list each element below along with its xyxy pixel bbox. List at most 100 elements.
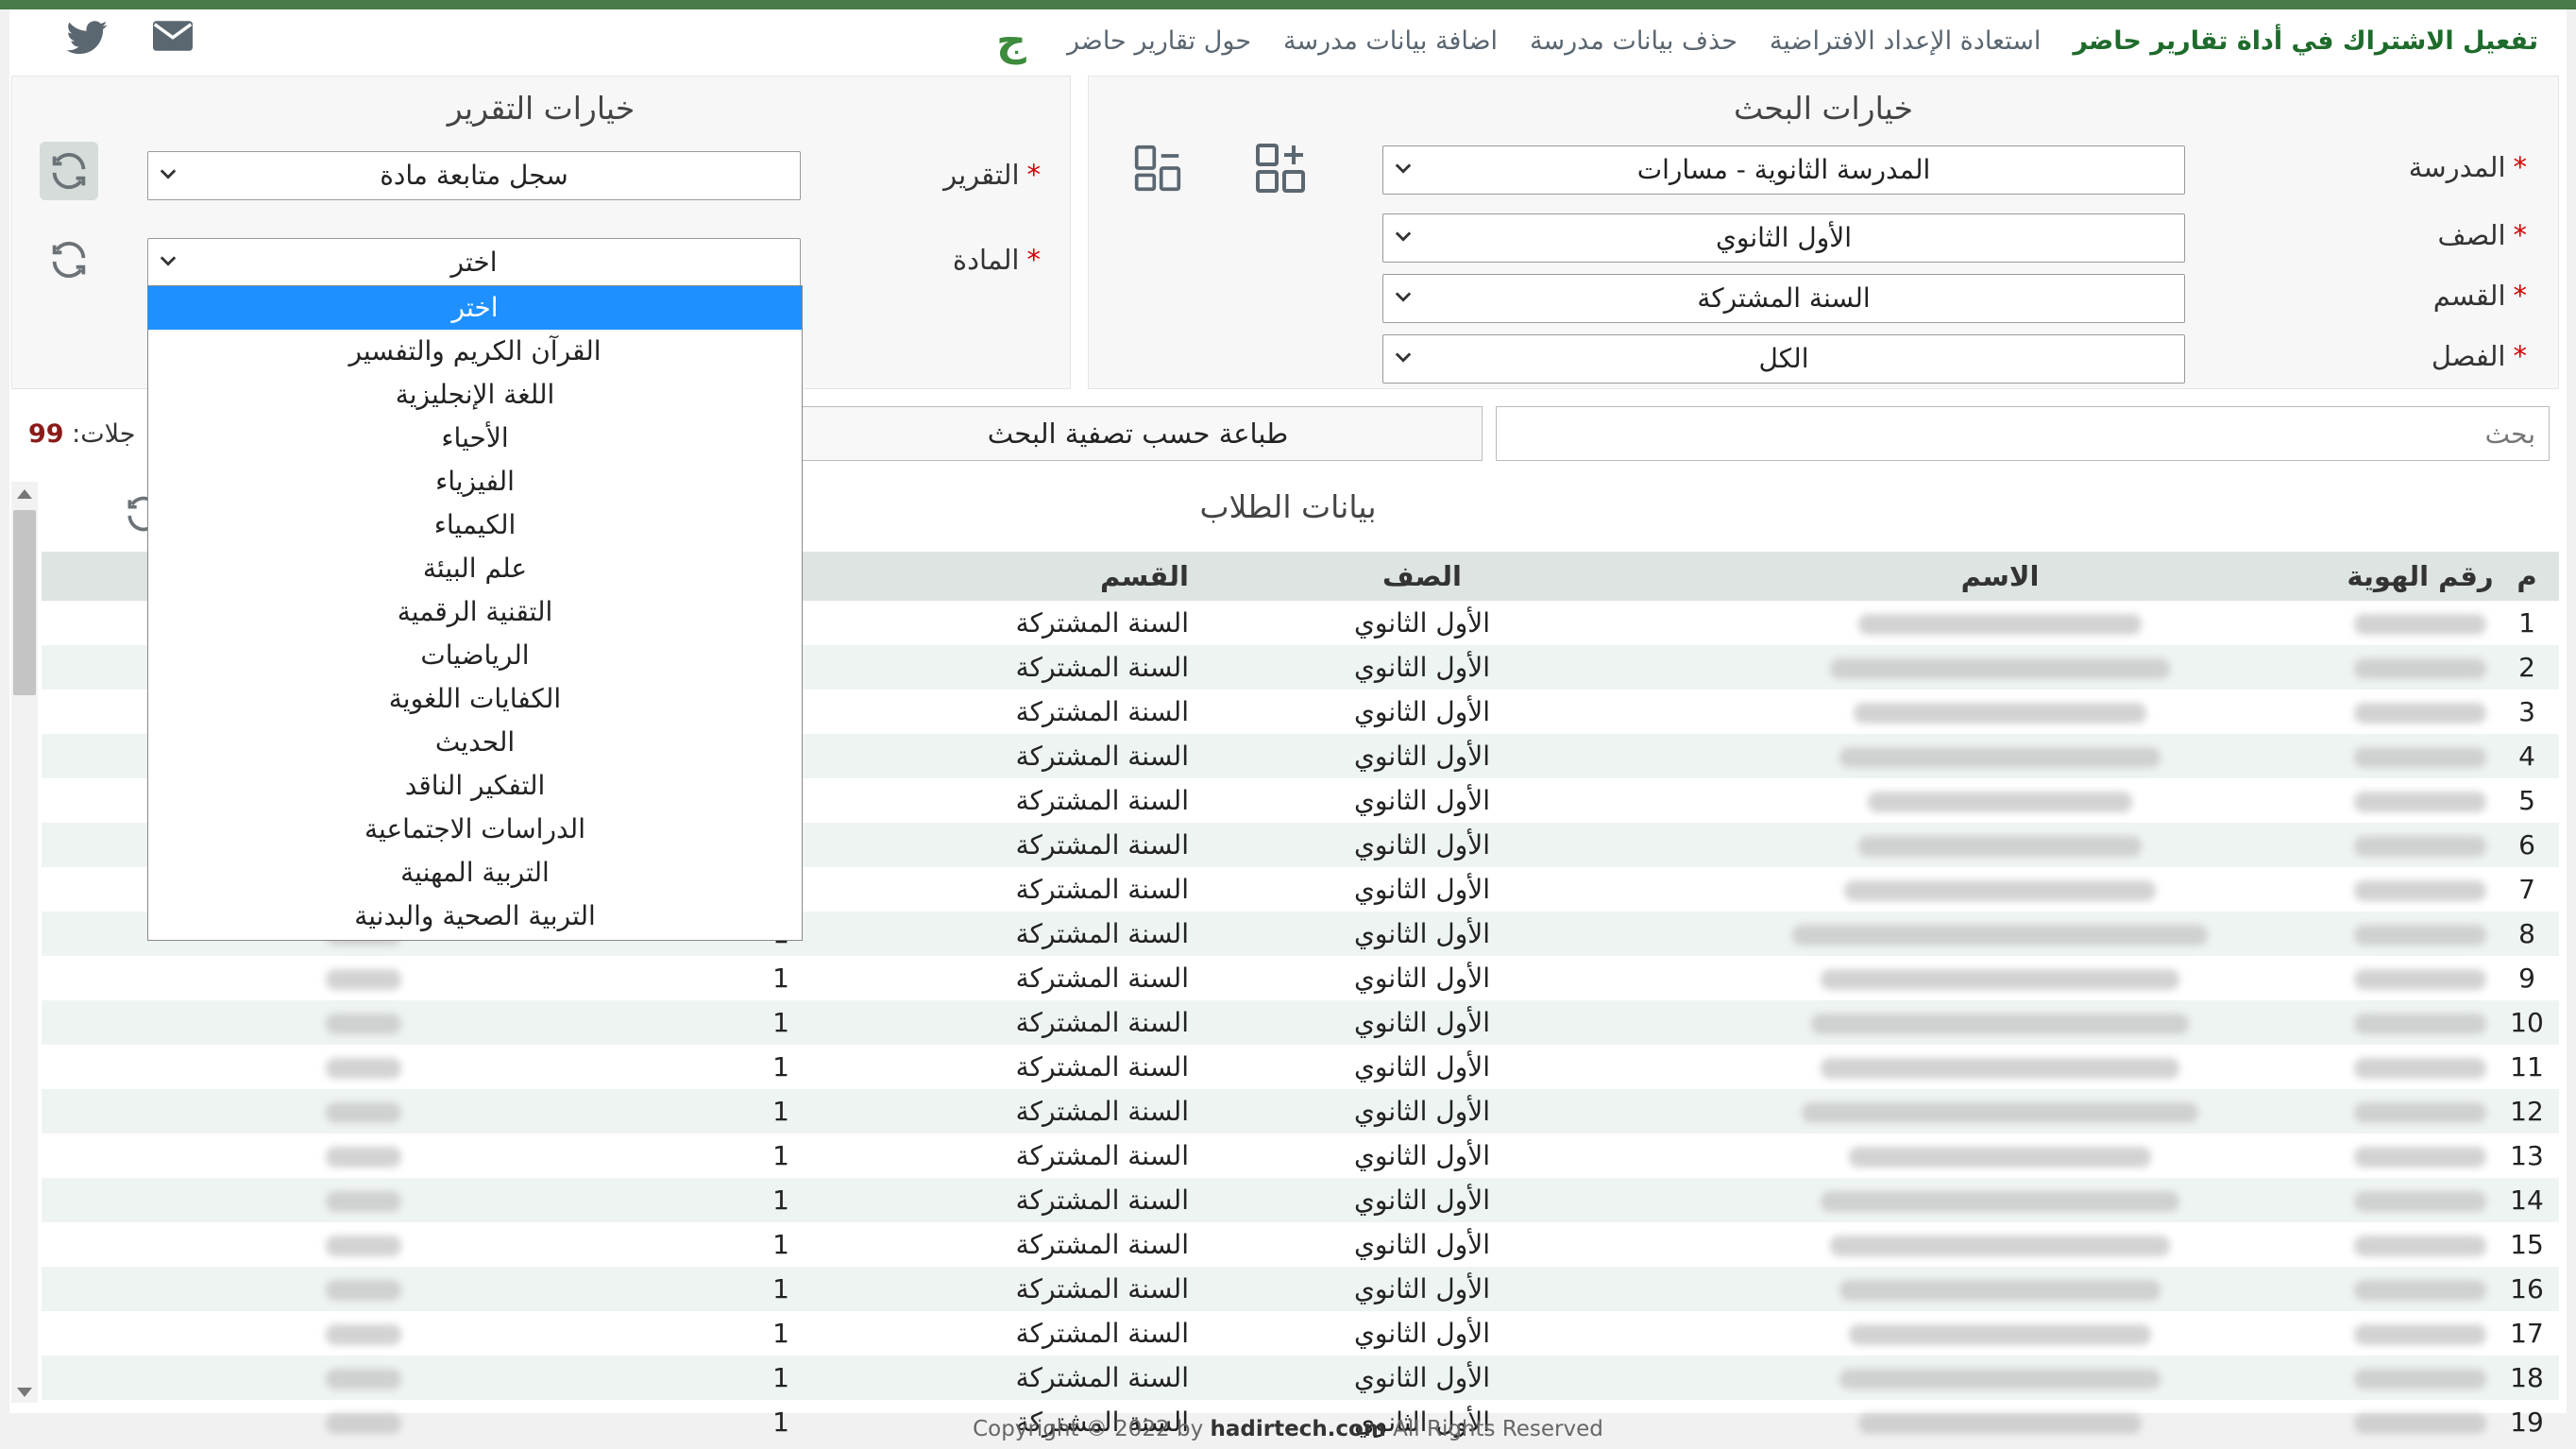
menu-about[interactable]: حول تقارير حاضر — [1067, 26, 1251, 56]
app-logo-icon[interactable]: ج — [988, 17, 1035, 65]
cell-number: 14 — [2495, 1178, 2559, 1222]
dropdown-option[interactable]: التربية المهنية — [148, 851, 802, 895]
cell-extra-redacted — [42, 1089, 686, 1134]
cell-grade: الأول الثانوي — [1190, 1089, 1654, 1134]
menu-add-school[interactable]: اضافة بيانات مدرسة — [1283, 26, 1498, 56]
cell-id-redacted — [2346, 1178, 2495, 1222]
vertical-scrollbar[interactable] — [11, 482, 38, 1403]
col-name[interactable]: الاسم — [1654, 552, 2346, 601]
scroll-down-arrow[interactable] — [17, 1388, 32, 1397]
subject-select[interactable]: اختر — [147, 238, 801, 287]
report-select[interactable]: سجل متابعة مادة — [147, 151, 801, 200]
chevron-down-icon — [1395, 352, 1412, 363]
dropdown-option[interactable]: الكفايات اللغوية — [148, 677, 802, 721]
cell-name-redacted — [1654, 601, 2346, 645]
table-row[interactable]: 16 الأول الثانوي السنة المشتركة 1 — [42, 1267, 2559, 1311]
school-select[interactable]: المدرسة الثانوية - مسارات — [1382, 145, 2185, 195]
search-options-title: خيارات البحث — [1734, 90, 1913, 127]
cell-class: 1 — [686, 1178, 876, 1222]
print-filtered-button[interactable]: طباعة حسب تصفية البحث — [793, 406, 1483, 461]
table-row[interactable]: 13 الأول الثانوي السنة المشتركة 1 — [42, 1134, 2559, 1178]
redacted-text — [1854, 703, 2146, 724]
table-row[interactable]: 14 الأول الثانوي السنة المشتركة 1 — [42, 1178, 2559, 1222]
redacted-text — [2354, 614, 2486, 635]
scroll-thumb[interactable] — [13, 510, 36, 695]
menu-restore-defaults[interactable]: استعادة الإعداد الافتراضية — [1770, 26, 2041, 56]
cell-number: 2 — [2495, 645, 2559, 690]
cell-id-redacted — [2346, 1089, 2495, 1134]
dropdown-option[interactable]: القرآن الكريم والتفسير — [148, 330, 802, 373]
cell-name-redacted — [1654, 1355, 2346, 1400]
cell-section: السنة المشتركة — [1015, 607, 1189, 639]
refresh-icon — [52, 241, 86, 279]
mail-icon[interactable] — [153, 21, 193, 59]
col-number[interactable]: م — [2495, 552, 2559, 601]
cell-class: 1 — [772, 1318, 789, 1349]
cell-class: 1 — [686, 1089, 876, 1134]
cell-class: 1 — [686, 1267, 876, 1311]
twitter-icon[interactable] — [66, 21, 108, 59]
refresh-report-button[interactable] — [40, 142, 98, 200]
cell-id-redacted — [2346, 1355, 2495, 1400]
table-row[interactable]: 9 الأول الثانوي السنة المشتركة 1 — [42, 956, 2559, 1000]
redacted-text — [2354, 703, 2486, 724]
footer-site-link[interactable]: hadirtech.com — [1211, 1417, 1386, 1441]
dropdown-option-selected[interactable]: اختر — [148, 286, 802, 330]
menu-delete-school[interactable]: حذف بيانات مدرسة — [1530, 26, 1737, 56]
redacted-text — [326, 1369, 401, 1389]
table-row[interactable]: 11 الأول الثانوي السنة المشتركة 1 — [42, 1045, 2559, 1089]
top-menu: ج حول تقارير حاضر اضافة بيانات مدرسة حذف… — [988, 17, 2538, 65]
dropdown-option[interactable]: الفيزياء — [148, 460, 802, 503]
dropdown-option[interactable]: الحديث — [148, 721, 802, 764]
cell-grade: الأول الثانوي — [1354, 963, 1490, 994]
cell-number: 10 — [2495, 1000, 2559, 1045]
cell-extra-redacted — [42, 1311, 686, 1355]
grade-select[interactable]: الأول الثانوي — [1382, 213, 2185, 263]
table-row[interactable]: 18 الأول الثانوي السنة المشتركة 1 — [42, 1355, 2559, 1400]
class-label-text: الفصل — [2431, 340, 2506, 372]
cell-extra-redacted — [42, 1134, 686, 1178]
grade-label-text: الصف — [2437, 219, 2506, 251]
dropdown-option[interactable]: الكيمياء — [148, 503, 802, 547]
refresh-subject-button[interactable] — [47, 238, 91, 285]
dropdown-option[interactable]: الأحياء — [148, 417, 802, 460]
dropdown-option[interactable]: علم البيئة — [148, 547, 802, 590]
class-select[interactable]: الكل — [1382, 334, 2185, 384]
redacted-text — [2354, 1324, 2486, 1345]
cell-class: 1 — [686, 1355, 876, 1400]
grade-label: *الصف — [2437, 219, 2527, 251]
cell-id-redacted — [2346, 1134, 2495, 1178]
col-id[interactable]: رقم الهوية — [2346, 552, 2495, 601]
dropdown-option[interactable]: الرياضيات — [148, 634, 802, 677]
scroll-up-arrow[interactable] — [17, 489, 32, 499]
redacted-text — [1868, 792, 2132, 812]
col-grade[interactable]: الصف — [1190, 552, 1654, 601]
cell-section: السنة المشتركة — [1015, 785, 1189, 816]
dropdown-option[interactable]: اللغة الإنجليزية — [148, 373, 802, 417]
layout-remove-icon[interactable] — [1133, 144, 1182, 196]
cell-grade: الأول الثانوي — [1190, 1355, 1654, 1400]
cell-id-redacted — [2346, 734, 2495, 778]
search-field[interactable] — [1496, 406, 2550, 461]
table-row[interactable]: 12 الأول الثانوي السنة المشتركة 1 — [42, 1089, 2559, 1134]
redacted-text — [1839, 747, 2161, 768]
cell-section: السنة المشتركة — [876, 912, 1190, 956]
table-row[interactable]: 15 الأول الثانوي السنة المشتركة 1 — [42, 1222, 2559, 1267]
records-label: جلات: — [72, 419, 136, 449]
col-section[interactable]: القسم — [876, 552, 1190, 601]
cell-extra-redacted — [42, 956, 686, 1000]
section-select[interactable]: السنة المشتركة — [1382, 274, 2185, 323]
dropdown-option[interactable]: الدراسات الاجتماعية — [148, 808, 802, 851]
redacted-text — [1858, 836, 2142, 857]
menu-activate-subscription[interactable]: تفعيل الاشتراك في أداة تقارير حاضر — [2073, 26, 2538, 56]
dropdown-option[interactable]: التفكير الناقد — [148, 764, 802, 808]
table-row[interactable]: 10 الأول الثانوي السنة المشتركة 1 — [42, 1000, 2559, 1045]
dropdown-option[interactable]: التربية الصحية والبدنية — [148, 895, 802, 938]
table-row[interactable]: 17 الأول الثانوي السنة المشتركة 1 — [42, 1311, 2559, 1355]
class-label: *الفصل — [2431, 340, 2527, 372]
records-value: 99 — [28, 419, 64, 449]
dropdown-option[interactable]: التقنية الرقمية — [148, 590, 802, 634]
cell-grade: الأول الثانوي — [1354, 1051, 1490, 1082]
layout-add-icon[interactable] — [1254, 142, 1307, 198]
search-input[interactable] — [1497, 407, 2549, 460]
